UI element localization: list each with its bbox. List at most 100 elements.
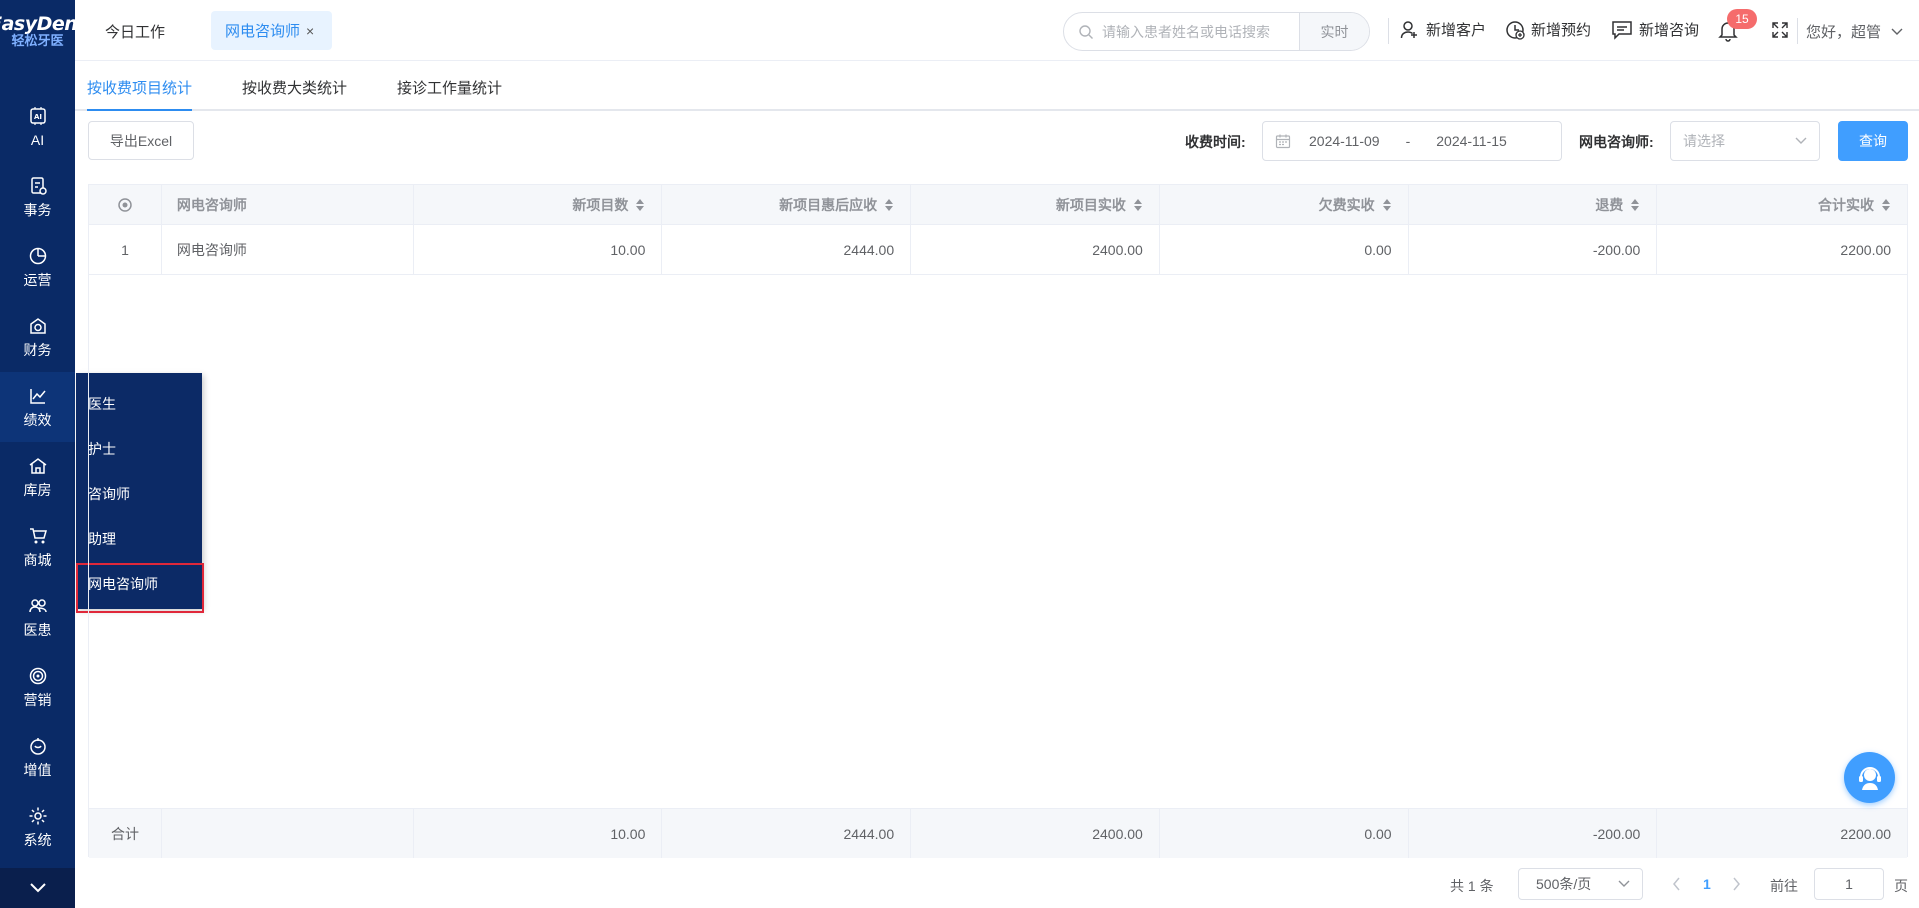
sidebar-label-operations: 运营 [23, 272, 52, 288]
goto-page-input[interactable] [1814, 868, 1884, 900]
fullscreen-icon[interactable] [1771, 21, 1789, 39]
header-label: 网电咨询师 [176, 196, 247, 213]
table-header-row: 网电咨询师 新项目数 新项目惠后应收 新项目实收 欠费实收 退费 合计实收 [89, 185, 1907, 225]
header-label: 合计实收 [1818, 196, 1875, 213]
cell-consultant: 网电咨询师 [162, 225, 414, 274]
customer-service-button[interactable] [1844, 752, 1895, 803]
app-logo[interactable]: EasyDent 轻松牙医 [0, 0, 86, 61]
date-start[interactable]: 2024-11-09 [1309, 133, 1380, 149]
page-number-current[interactable]: 1 [1703, 876, 1711, 892]
sidebar-item-ai[interactable]: AI AI [0, 92, 75, 162]
sort-icon[interactable] [635, 198, 645, 212]
new-appointment-button[interactable]: 新增预约 [1505, 19, 1591, 40]
system-icon [29, 807, 46, 825]
consultant-select-placeholder: 请选择 [1683, 133, 1725, 149]
svg-text:AI: AI [33, 113, 41, 121]
sidebar-item-system[interactable]: 系统 [0, 792, 75, 862]
summary-refund: -200.00 [1409, 809, 1658, 858]
sidebar-item-value-added[interactable]: 增值 [0, 722, 75, 792]
sort-icon[interactable] [1133, 198, 1143, 212]
sidebar-item-affairs[interactable]: 事务 [0, 162, 75, 232]
performance-icon [29, 389, 46, 404]
table-row[interactable]: 1 网电咨询师 10.00 2444.00 2400.00 0.00 -200.… [89, 225, 1907, 275]
sidebar-label-system: 系统 [23, 832, 52, 848]
charge-time-label: 收费时间: [1185, 134, 1246, 150]
sidebar-item-doctor-patient[interactable]: 医患 [0, 582, 75, 652]
summary-discount-due: 2444.00 [662, 809, 912, 858]
new-consult-button[interactable]: 新增咨询 [1611, 19, 1699, 40]
tab-reception-workload[interactable]: 接诊工作量统计 [397, 77, 502, 111]
stats-table: 网电咨询师 新项目数 新项目惠后应收 新项目实收 欠费实收 退费 合计实收 1 … [88, 184, 1908, 858]
new-customer-label: 新增客户 [1426, 22, 1487, 39]
tab-today-work[interactable]: 今日工作 [105, 21, 165, 42]
sidebar-item-mall[interactable]: 商城 [0, 512, 75, 582]
user-menu[interactable]: 您好，超管 [1806, 21, 1903, 42]
header-arrears-paid[interactable]: 欠费实收 [1160, 185, 1409, 224]
query-button[interactable]: 查询 [1838, 121, 1908, 161]
header-label: 欠费实收 [1318, 196, 1375, 213]
chevron-down-icon [1795, 137, 1807, 144]
cell-arrears-paid: 0.00 [1160, 225, 1409, 274]
row-index: 1 [89, 225, 162, 274]
date-separator: - [1405, 133, 1411, 149]
sidebar-label-mall: 商城 [23, 552, 52, 568]
sort-icon[interactable] [884, 198, 894, 212]
date-end[interactable]: 2024-11-15 [1436, 133, 1507, 149]
sidebar: EasyDent 轻松牙医 AI AI 事务 运营 财务 绩效 库房 商城 医患… [0, 0, 86, 908]
sort-icon[interactable] [1382, 198, 1392, 212]
operations-icon [29, 247, 46, 265]
headset-icon [1858, 766, 1881, 790]
sort-icon[interactable] [1630, 198, 1640, 212]
tab-by-charge-category[interactable]: 按收费大类统计 [242, 77, 347, 111]
header-consultant: 网电咨询师 [162, 185, 414, 224]
cell-refund: -200.00 [1409, 225, 1658, 274]
page-unit-label: 页 [1894, 878, 1908, 894]
sidebar-item-operations[interactable]: 运营 [0, 232, 75, 302]
sidebar-item-finance[interactable]: 财务 [0, 302, 75, 372]
sidebar-item-warehouse[interactable]: 库房 [0, 442, 75, 512]
sidebar-label-warehouse: 库房 [23, 482, 52, 498]
new-consult-label: 新增咨询 [1639, 22, 1700, 39]
marketing-icon [29, 667, 46, 685]
header-refund[interactable]: 退费 [1409, 185, 1658, 224]
page-size-select[interactable]: 500条/页 [1518, 868, 1643, 900]
divider [1797, 18, 1798, 44]
divider [1388, 18, 1389, 44]
summary-new-paid: 2400.00 [911, 809, 1160, 858]
sort-icon[interactable] [1881, 198, 1891, 212]
new-customer-button[interactable]: 新增客户 [1400, 19, 1486, 40]
summary-consultant [162, 809, 414, 858]
sidebar-item-performance[interactable]: 绩效 [0, 372, 75, 442]
header-label: 新项目数 [572, 196, 629, 213]
affairs-icon [30, 177, 47, 195]
pagination-total: 共 1 条 [1450, 878, 1494, 894]
sidebar-label-finance: 财务 [23, 342, 52, 358]
sidebar-label-performance: 绩效 [23, 412, 52, 428]
export-excel-button[interactable]: 导出Excel [88, 121, 194, 160]
cell-new-count: 10.00 [414, 225, 663, 274]
sidebar-item-marketing[interactable]: 营销 [0, 652, 75, 722]
consultant-select[interactable]: 请选择 [1670, 121, 1820, 161]
prev-page-icon[interactable] [1672, 877, 1682, 891]
tab-online-consultant[interactable]: 网电咨询师 × [211, 11, 332, 50]
chevron-down-icon [1891, 28, 1903, 35]
summary-total-paid: 2200.00 [1840, 825, 1892, 842]
sidebar-label-affairs: 事务 [23, 202, 52, 218]
tab-by-charge-item[interactable]: 按收费项目统计 [87, 77, 193, 111]
cell-total-paid: 2200.00 [1840, 241, 1892, 258]
header-new-paid[interactable]: 新项目实收 [911, 185, 1160, 224]
search-mode-button[interactable]: 实时 [1299, 13, 1369, 50]
sidebar-label-doctor-patient: 医患 [23, 622, 52, 638]
column-settings-cell[interactable] [89, 185, 162, 224]
add-clock-icon [1506, 20, 1525, 40]
header-new-count[interactable]: 新项目数 [414, 185, 663, 224]
search-input[interactable] [1102, 13, 1299, 50]
sidebar-expand-button[interactable] [0, 868, 75, 908]
header-total-paid[interactable]: 合计实收 [1657, 185, 1907, 224]
header-discount-due[interactable]: 新项目惠后应收 [662, 185, 912, 224]
message-icon [1612, 20, 1632, 40]
close-icon[interactable]: × [306, 23, 314, 39]
next-page-icon[interactable] [1731, 877, 1741, 891]
date-range-picker[interactable]: 2024-11-09 - 2024-11-15 [1262, 121, 1562, 161]
report-tabs: 按收费项目统计 按收费大类统计 接诊工作量统计 [75, 61, 1919, 111]
